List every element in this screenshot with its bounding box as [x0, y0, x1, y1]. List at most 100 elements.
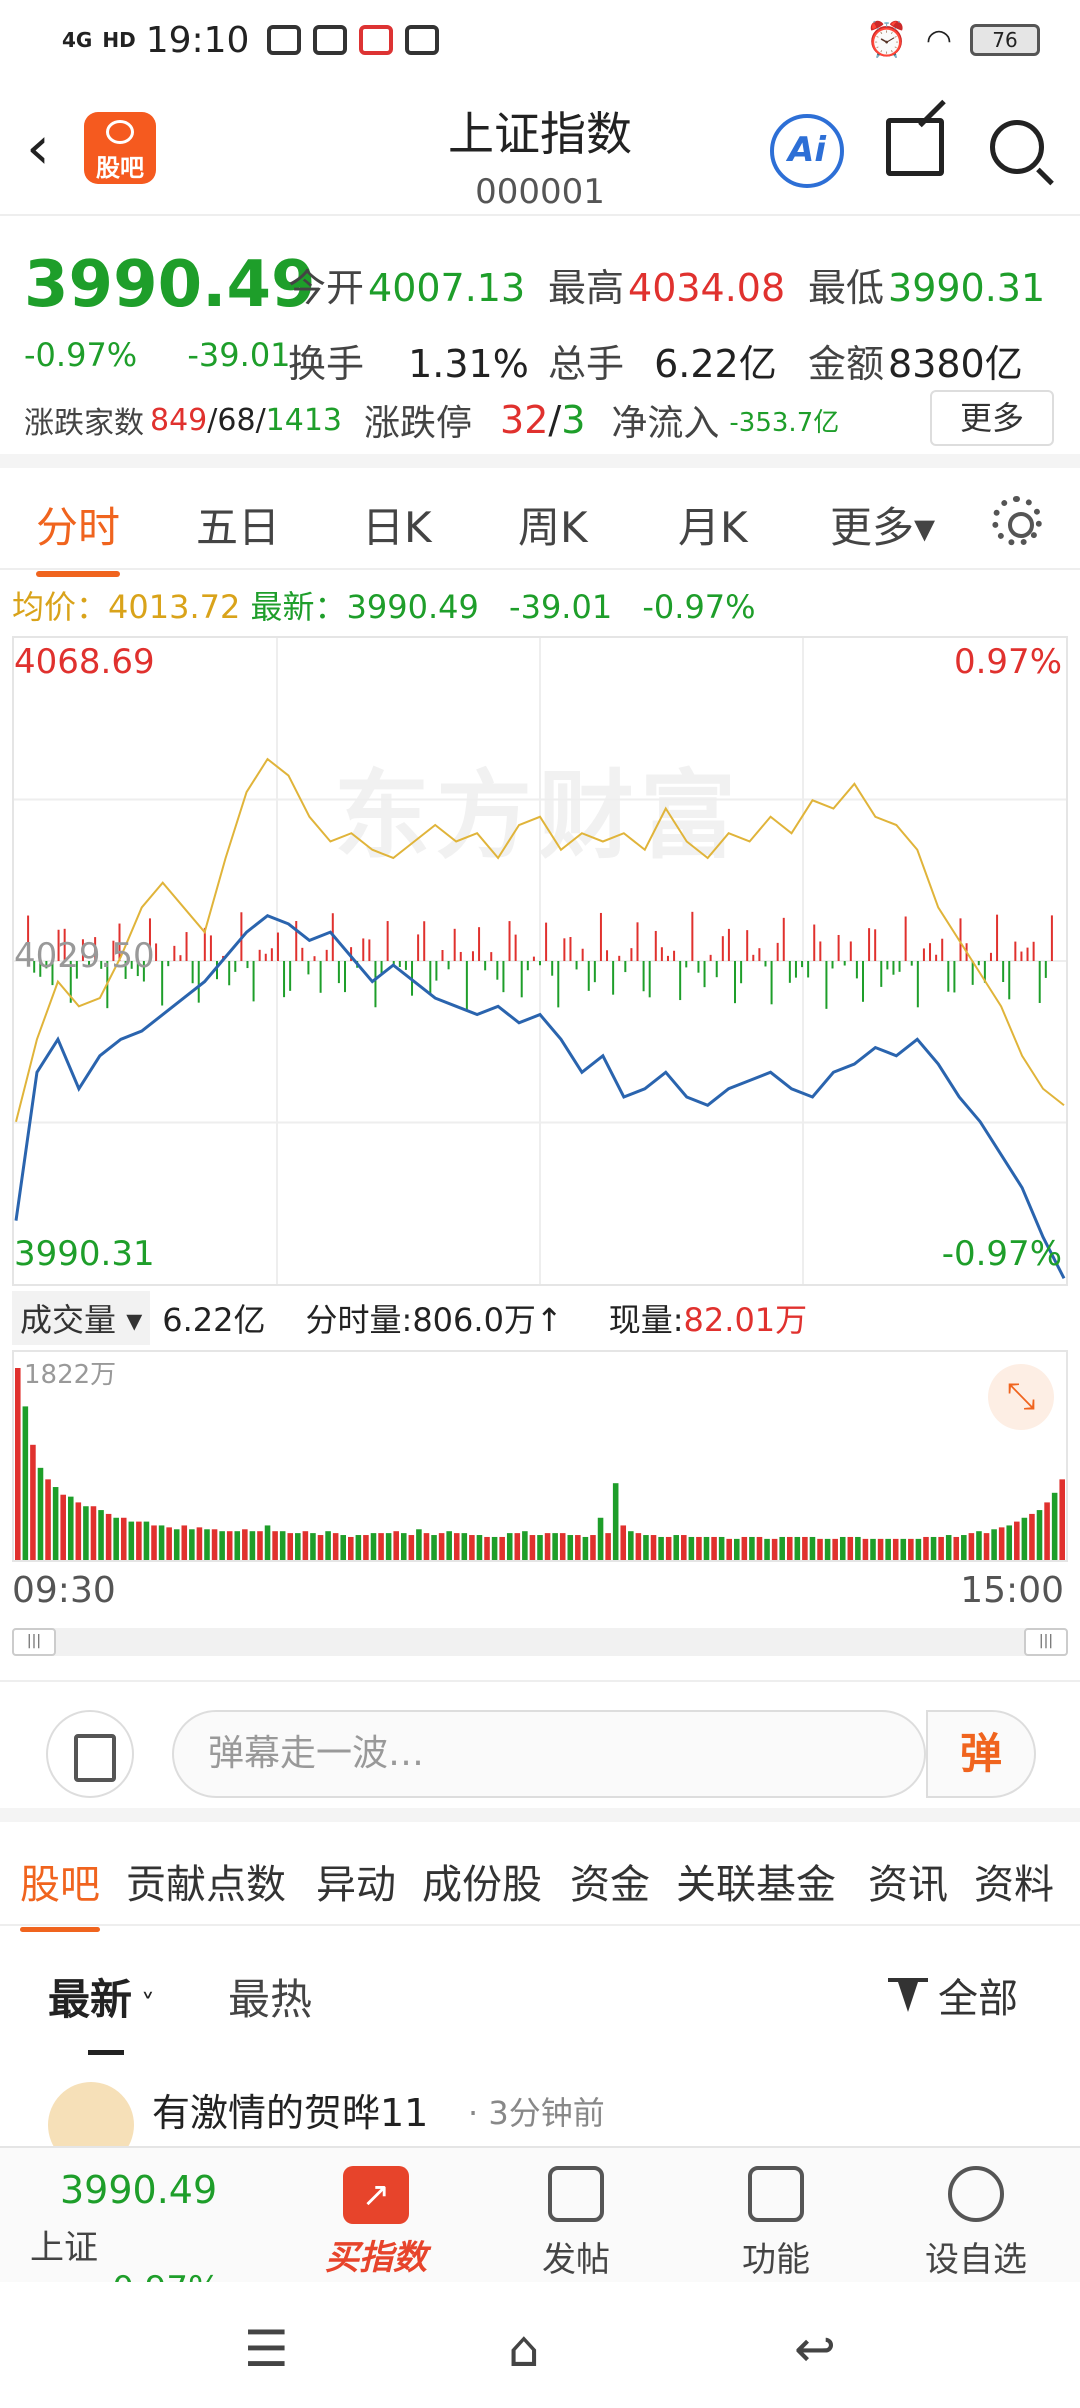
- scroller-right-handle[interactable]: |||: [1024, 1628, 1068, 1656]
- tab-daily-k[interactable]: 日K: [362, 494, 432, 555]
- menu-icon[interactable]: ☰: [244, 2320, 289, 2378]
- axis-mid-price: 4029.50: [14, 936, 155, 976]
- volume-chart[interactable]: 1822万 ⤡: [12, 1350, 1068, 1562]
- latest-label: 最新：: [250, 588, 347, 626]
- volume-bar: [355, 1535, 362, 1560]
- volume-bar: [469, 1535, 475, 1560]
- tab-guba[interactable]: 股吧: [20, 1852, 100, 1932]
- sort-latest[interactable]: 最新 ˅: [48, 1966, 155, 2055]
- post-label: 发帖: [542, 2240, 610, 2280]
- volume-bar: [438, 1533, 445, 1560]
- edit-icon: [548, 2166, 604, 2222]
- volume-bar: [809, 1536, 816, 1560]
- tab-constituents[interactable]: 成份股: [422, 1852, 542, 1910]
- tab-weekly-k[interactable]: 周K: [518, 494, 588, 555]
- functions-button[interactable]: 功能: [706, 2166, 846, 2281]
- share-icon[interactable]: [886, 118, 944, 176]
- avatar[interactable]: [48, 2082, 134, 2146]
- tab-monthly-k[interactable]: 月K: [678, 494, 748, 555]
- quote-amount: 金额 8380亿: [808, 333, 1068, 388]
- volume-bar: [45, 1479, 51, 1560]
- volume-bar: [1059, 1479, 1065, 1560]
- volume-bar: [423, 1533, 430, 1560]
- sort-hot[interactable]: 最热: [228, 1966, 312, 2027]
- volume-bar: [393, 1531, 399, 1560]
- volume-bar: [711, 1536, 717, 1560]
- search-icon[interactable]: [990, 120, 1044, 174]
- volume-bar: [128, 1521, 135, 1560]
- danmu-bar: 弹幕走一波… 弹: [0, 1680, 1080, 1822]
- quote-turnover: 换手 1.31%: [288, 333, 548, 388]
- volume-bar: [211, 1529, 218, 1560]
- volume-bar: [559, 1533, 566, 1560]
- price-change: -0.97% -39.01: [24, 336, 331, 374]
- chart-tabs: 分时 五日 日K 周K 月K 更多▾: [0, 470, 1080, 577]
- volume-bar: [892, 1538, 899, 1560]
- more-button[interactable]: 更多: [930, 390, 1054, 446]
- alarm-icon: ⏰: [865, 20, 908, 60]
- volume-bar: [544, 1533, 551, 1560]
- volume-bar: [1044, 1502, 1050, 1560]
- volume-bar: [938, 1536, 944, 1560]
- current-price: 3990.49: [24, 248, 316, 322]
- netflow-value: -353.7亿: [729, 407, 840, 438]
- home-icon[interactable]: ⌂: [508, 2320, 540, 2378]
- volume-selector[interactable]: 成交量 ▾: [12, 1291, 151, 1345]
- volume-bar: [718, 1536, 725, 1560]
- tab-funds[interactable]: 资金: [570, 1852, 650, 1910]
- danmu-send-button[interactable]: 弹: [926, 1710, 1036, 1798]
- quote-label: 今开: [288, 265, 365, 310]
- chart-scroller[interactable]: ||| |||: [12, 1628, 1068, 1656]
- scroller-left-handle[interactable]: |||: [12, 1628, 56, 1656]
- volume-chart-svg: [15, 1368, 1065, 1560]
- volume-bar: [847, 1536, 854, 1560]
- quote-low: 最低 3990.31: [808, 257, 1068, 312]
- current-volume-value: 82.01万: [683, 1301, 808, 1339]
- quote-value: 4007.13: [368, 265, 526, 310]
- post-item[interactable]: 有激情的贺晔11 · 3分钟前: [0, 2072, 1080, 2146]
- intraday-chart[interactable]: 东方财富 4068.69 0.97% 4029.50 3990.31 -0.97…: [12, 636, 1068, 1286]
- volume-bar: [741, 1536, 748, 1560]
- tab-intraday[interactable]: 分时: [36, 494, 121, 577]
- volume-bar: [877, 1538, 884, 1560]
- quote-row: 今开 4007.13 最高 4034.08 最低 3990.31: [288, 246, 1068, 322]
- volume-bar: [204, 1529, 210, 1560]
- add-watchlist-button[interactable]: 设自选: [906, 2166, 1046, 2281]
- volume-bar: [317, 1535, 324, 1560]
- volume-bar: [786, 1536, 793, 1560]
- danmu-input[interactable]: 弹幕走一波…: [172, 1710, 926, 1798]
- volume-bar: [385, 1533, 392, 1560]
- volume-bar: [234, 1531, 241, 1560]
- quote-row: 换手 1.31% 总手 6.22亿 金额 8380亿: [288, 322, 1068, 398]
- bottom-nav: 3990.49 上证 -0.97% ↗ 买指数 发帖 功能 设自选: [0, 2146, 1080, 2309]
- tab-more[interactable]: 更多▾: [830, 494, 935, 555]
- volume-bar: [158, 1525, 165, 1560]
- volume-bar: [166, 1527, 172, 1560]
- ai-button[interactable]: Ai: [770, 114, 844, 188]
- tab-five-day[interactable]: 五日: [196, 494, 280, 555]
- volume-bar: [196, 1527, 203, 1560]
- post-button[interactable]: 发帖: [506, 2166, 646, 2281]
- expand-icon[interactable]: ⤡: [988, 1364, 1054, 1430]
- quote-value: 1.31%: [408, 341, 529, 386]
- back-nav-icon[interactable]: ↩: [794, 2320, 836, 2378]
- gear-icon[interactable]: [992, 496, 1042, 546]
- volume-bar: [665, 1536, 672, 1560]
- filter-button[interactable]: 全部: [888, 1966, 1018, 2024]
- volume-bar: [332, 1533, 339, 1560]
- post-author[interactable]: 有激情的贺晔11: [152, 2082, 428, 2137]
- volume-bar: [257, 1531, 263, 1560]
- volume-bar: [151, 1525, 157, 1560]
- volume-bar: [537, 1535, 543, 1560]
- tab-profile[interactable]: 资料: [974, 1852, 1054, 1910]
- tab-news[interactable]: 资讯: [868, 1852, 948, 1910]
- tab-related-funds[interactable]: 关联基金: [676, 1852, 836, 1910]
- tab-movement[interactable]: 异动: [316, 1852, 396, 1910]
- note-settings-icon[interactable]: [46, 1710, 134, 1798]
- volume-bar: [885, 1538, 891, 1560]
- buy-index-button[interactable]: ↗ 买指数: [306, 2166, 446, 2279]
- volume-bar: [476, 1535, 483, 1560]
- quote-value: 8380亿: [888, 341, 1023, 386]
- volume-bar: [620, 1525, 627, 1560]
- tab-contribution[interactable]: 贡献点数: [126, 1852, 286, 1910]
